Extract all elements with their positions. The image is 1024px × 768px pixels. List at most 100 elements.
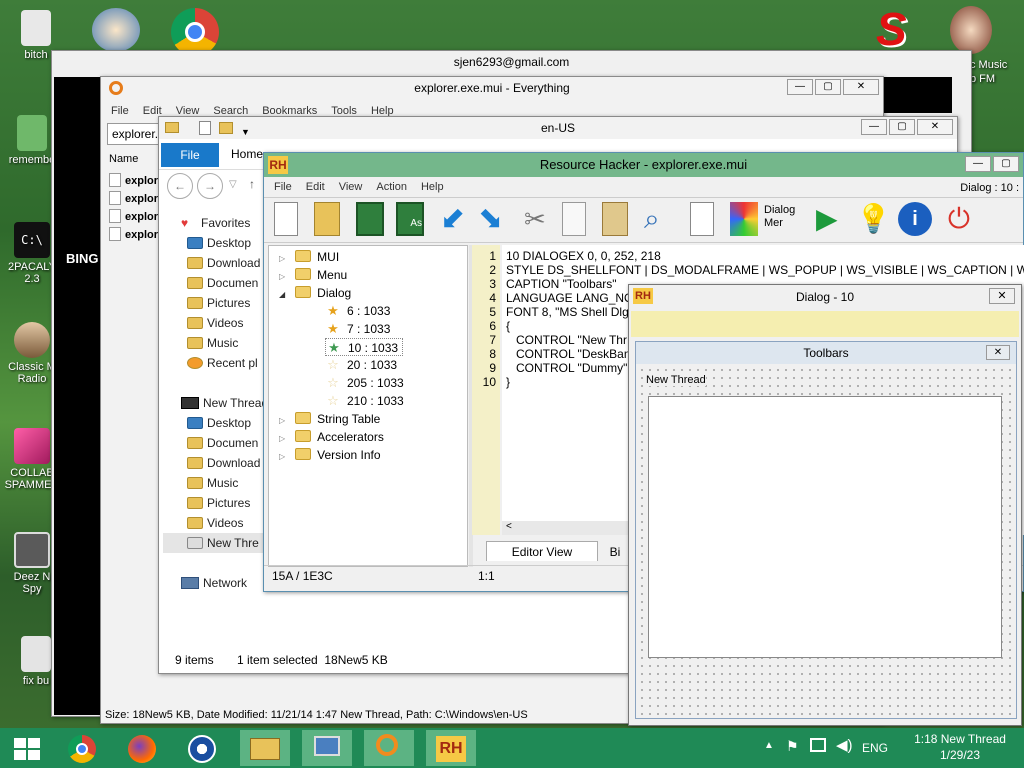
tab-binary-view[interactable]: Bi bbox=[600, 543, 630, 561]
nav-fav-videos[interactable]: Videos bbox=[177, 313, 243, 333]
nav-pc-documents[interactable]: Documen bbox=[177, 433, 258, 453]
menu-file[interactable]: File bbox=[111, 105, 129, 117]
menu-edit[interactable]: Edit bbox=[306, 181, 325, 193]
desktop-icon-mascot[interactable] bbox=[92, 8, 140, 52]
new-folder-icon[interactable] bbox=[219, 122, 233, 134]
nav-pc-desktop[interactable]: Desktop bbox=[177, 413, 251, 433]
tray-chevron-up-icon[interactable]: ▲ bbox=[764, 740, 774, 751]
save-icon[interactable] bbox=[356, 202, 384, 236]
tree-dialog-210[interactable]: ☆ 210 : 1033 bbox=[325, 392, 404, 410]
tree-string-table[interactable]: ▷ String Table bbox=[279, 410, 380, 428]
menu-view[interactable]: View bbox=[339, 181, 363, 193]
tree-accelerators[interactable]: ▷ Accelerators bbox=[279, 428, 384, 446]
maximize-button[interactable]: ▢ bbox=[889, 119, 915, 135]
add-resource-icon[interactable] bbox=[690, 202, 714, 236]
start-button[interactable] bbox=[4, 730, 54, 766]
close-button[interactable]: ✕ bbox=[989, 288, 1015, 304]
taskbar-obama-icon[interactable] bbox=[178, 730, 228, 766]
back-button[interactable]: ← bbox=[167, 173, 193, 199]
ribbon-tab-home[interactable]: Home bbox=[231, 147, 263, 161]
taskbar-explorer-icon[interactable] bbox=[240, 730, 290, 766]
horizontal-scrollbar[interactable]: < bbox=[502, 521, 642, 535]
tree-dialog-7[interactable]: ★ 7 : 1033 bbox=[325, 320, 390, 338]
tab-editor-view[interactable]: Editor View bbox=[486, 541, 598, 561]
red-s-icon[interactable]: S bbox=[876, 6, 920, 52]
add-image-icon[interactable] bbox=[730, 202, 758, 236]
maximize-button[interactable]: ▢ bbox=[815, 79, 841, 95]
save-as-icon[interactable]: As bbox=[396, 202, 424, 236]
copy-icon[interactable] bbox=[562, 202, 586, 236]
maximize-button[interactable]: ▢ bbox=[993, 156, 1019, 172]
file-row[interactable]: explor bbox=[109, 191, 163, 209]
radio-portrait-icon[interactable] bbox=[950, 6, 992, 54]
up-button[interactable]: ↑ bbox=[249, 177, 255, 191]
tree-version-info[interactable]: ▷ Version Info bbox=[279, 446, 381, 464]
nav-fav-documents[interactable]: Documen bbox=[177, 273, 258, 293]
ribbon-tab-file[interactable]: File bbox=[161, 143, 219, 167]
forward-button[interactable]: → bbox=[197, 173, 223, 199]
run-icon[interactable]: ▶ bbox=[816, 202, 850, 236]
tray-volume-icon[interactable]: ◀) bbox=[836, 736, 853, 754]
tray-clock[interactable]: 1:18 New Thread 1/29/23 bbox=[902, 731, 1018, 763]
everything-column-name[interactable]: Name bbox=[109, 153, 138, 165]
cut-icon[interactable]: ✂ bbox=[524, 202, 558, 236]
toolbars-dialog[interactable]: Toolbars ✕ New Thread bbox=[635, 341, 1017, 719]
nav-pc-downloads[interactable]: Download bbox=[177, 453, 260, 473]
minimize-button[interactable]: — bbox=[965, 156, 991, 172]
nav-thispc[interactable]: New Thread bbox=[173, 393, 268, 413]
tree-dialog-10[interactable]: ★ 10 : 1033 bbox=[325, 338, 404, 356]
chevron-down-icon[interactable]: ▽ bbox=[229, 179, 237, 190]
nav-pc-videos[interactable]: Videos bbox=[177, 513, 243, 533]
everything-search-input[interactable]: explorer. bbox=[107, 123, 163, 145]
dialog-menu-button[interactable]: Dialog Mer bbox=[764, 204, 804, 238]
search-icon[interactable]: ⌕ bbox=[644, 202, 678, 236]
tray-network-icon[interactable] bbox=[810, 738, 826, 752]
close-button[interactable]: ✕ bbox=[917, 119, 953, 135]
arrow-left-icon[interactable]: ⬋ bbox=[440, 202, 474, 236]
dropdown-icon[interactable]: ▼ bbox=[241, 121, 250, 143]
menu-file[interactable]: File bbox=[274, 181, 292, 193]
chrome-icon[interactable] bbox=[171, 8, 219, 56]
nav-pc-pictures[interactable]: Pictures bbox=[177, 493, 250, 513]
nav-fav-desktop[interactable]: Desktop bbox=[177, 233, 251, 253]
arrow-right-icon[interactable]: ⬊ bbox=[478, 202, 512, 236]
tree-dialog-6[interactable]: ★ 6 : 1033 bbox=[325, 302, 390, 320]
nav-fav-recent[interactable]: Recent pl bbox=[177, 353, 258, 373]
file-row[interactable]: explor bbox=[109, 173, 163, 191]
tray-flag-icon[interactable]: ⚑ bbox=[786, 738, 799, 755]
chevron-left-icon[interactable]: < bbox=[506, 521, 512, 532]
file-row[interactable]: explor bbox=[109, 227, 163, 245]
minimize-button[interactable]: — bbox=[787, 79, 813, 95]
tree-dialog-205[interactable]: ☆ 205 : 1033 bbox=[325, 374, 404, 392]
dialog-preview-window[interactable]: RH Dialog - 10 ✕ Toolbars ✕ New Thread bbox=[628, 284, 1022, 726]
properties-icon[interactable] bbox=[199, 121, 211, 135]
menu-action[interactable]: Action bbox=[376, 181, 407, 193]
new-file-icon[interactable] bbox=[274, 202, 298, 236]
tray-language[interactable]: ENG bbox=[862, 741, 888, 755]
open-folder-icon[interactable] bbox=[314, 202, 340, 236]
nav-fav-downloads[interactable]: Download bbox=[177, 253, 260, 273]
nav-favorites[interactable]: ♥ Favorites bbox=[173, 213, 250, 233]
tree-dialog-20[interactable]: ☆ 20 : 1033 bbox=[325, 356, 397, 374]
tree-menu[interactable]: ▷ Menu bbox=[279, 266, 347, 284]
paste-icon[interactable] bbox=[602, 202, 628, 236]
taskbar-chrome-icon[interactable] bbox=[58, 730, 108, 766]
taskbar-everything-icon[interactable] bbox=[364, 730, 414, 766]
file-row[interactable]: explor bbox=[109, 209, 163, 227]
taskbar-computer-icon[interactable] bbox=[302, 730, 352, 766]
close-button[interactable]: ✕ bbox=[986, 345, 1010, 360]
lightbulb-icon[interactable]: 💡 bbox=[856, 202, 891, 236]
tree-dialog[interactable]: ◢ Dialog bbox=[279, 284, 351, 302]
menu-help[interactable]: Help bbox=[421, 181, 444, 193]
taskbar-firefox-icon[interactable] bbox=[118, 730, 168, 766]
info-icon[interactable]: i bbox=[898, 202, 932, 236]
tree-mui[interactable]: ▷ MUI bbox=[279, 248, 339, 266]
taskbar-reshacker-icon[interactable]: RH bbox=[426, 730, 476, 766]
nav-fav-pictures[interactable]: Pictures bbox=[177, 293, 250, 313]
power-icon[interactable]: ⏻ bbox=[942, 202, 976, 236]
nav-fav-music[interactable]: Music bbox=[177, 333, 238, 353]
nav-network[interactable]: Network bbox=[173, 573, 247, 593]
nav-pc-music[interactable]: Music bbox=[177, 473, 238, 493]
close-button[interactable]: ✕ bbox=[843, 79, 879, 95]
nav-pc-drive[interactable]: New Thre bbox=[163, 533, 267, 553]
